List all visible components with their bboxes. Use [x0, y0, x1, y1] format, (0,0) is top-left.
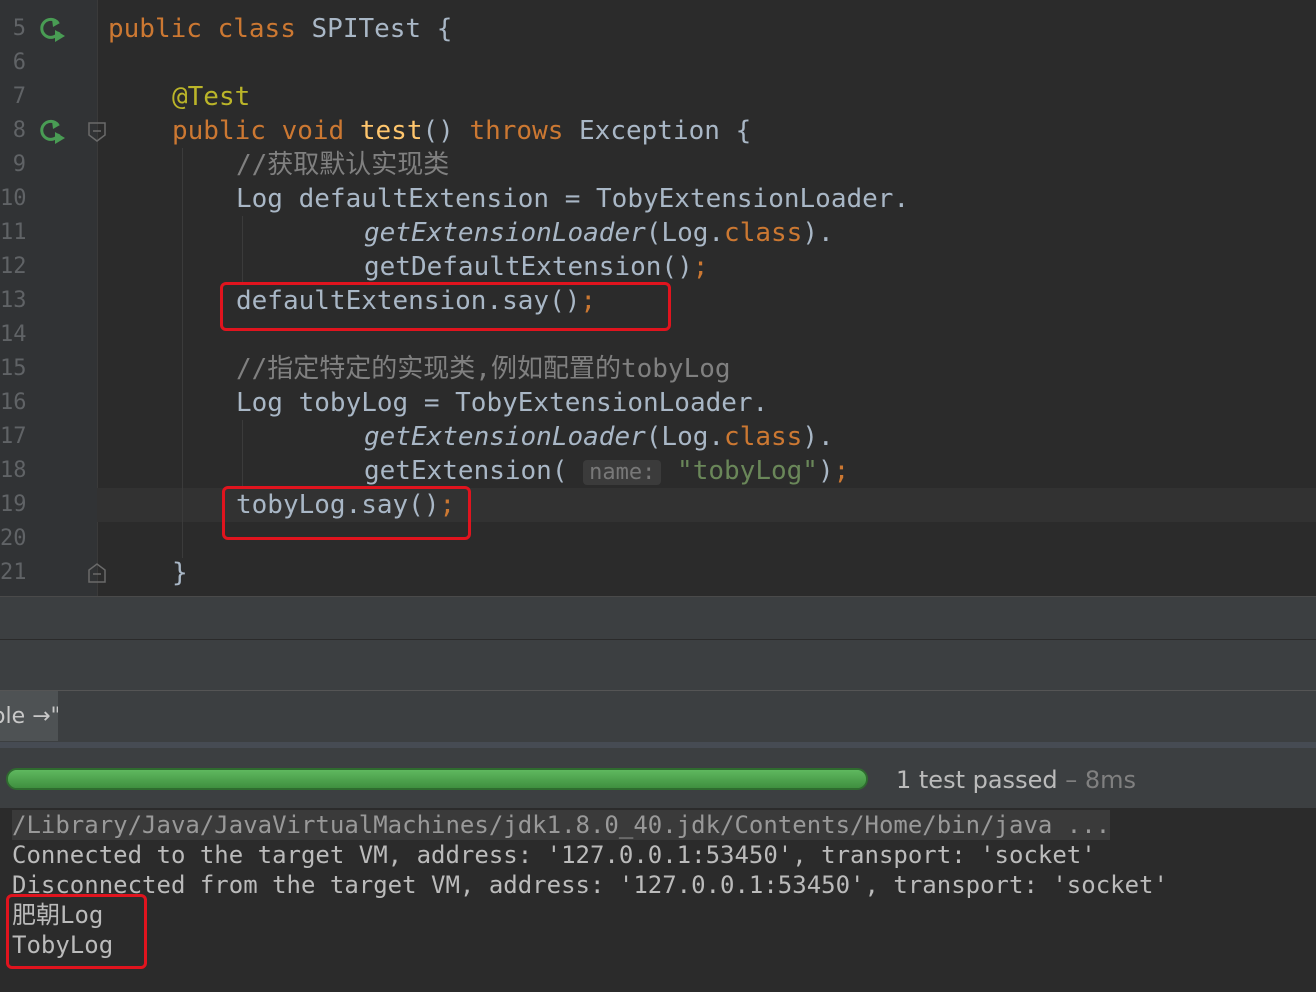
line-number: 15: [0, 356, 27, 381]
line-number: 7: [12, 84, 26, 109]
code-line-18[interactable]: getExtension( name: "tobyLog");: [364, 454, 849, 490]
line-number: 10: [0, 186, 27, 211]
run-test-icon[interactable]: [38, 15, 66, 43]
console-line: Connected to the target VM, address: '12…: [12, 841, 1096, 869]
test-progress-fill: [8, 770, 866, 788]
line-number: 11: [0, 220, 27, 245]
line-number: 16: [0, 390, 27, 415]
indent-guide: [182, 148, 183, 558]
code-editor[interactable]: 5 6 7 8 9 10 11 12 13 14 15 16 17 18 19 …: [0, 0, 1316, 596]
code-line-11[interactable]: getExtensionLoader(Log.class).: [364, 216, 834, 250]
line-number: 18: [0, 458, 27, 483]
code-line-12[interactable]: getDefaultExtension();: [364, 250, 708, 284]
fold-marker-icon[interactable]: [88, 563, 106, 583]
console-line: Disconnected from the target VM, address…: [12, 871, 1168, 899]
line-number: 17: [0, 424, 27, 449]
test-summary: 1 test passed – 8ms: [896, 766, 1136, 794]
line-number: 19: [0, 492, 27, 517]
tool-window-header: [0, 639, 1316, 690]
code-line-5[interactable]: public class SPITest {: [108, 12, 452, 46]
code-line-10[interactable]: Log defaultExtension = TobyExtensionLoad…: [236, 182, 909, 216]
line-number: 6: [12, 50, 26, 75]
indent-guide: [242, 420, 243, 488]
editor-footer-bar: [0, 596, 1316, 639]
test-progress-bar: [6, 768, 868, 790]
run-test-icon[interactable]: [38, 117, 66, 145]
line-number: 9: [12, 152, 26, 177]
code-line-17[interactable]: getExtensionLoader(Log.class).: [364, 420, 834, 454]
parameter-hint: name:: [583, 460, 662, 485]
fold-marker-icon[interactable]: [88, 122, 106, 142]
line-number: 8: [12, 118, 26, 143]
code-line-7[interactable]: @Test: [172, 80, 250, 114]
code-line-21[interactable]: }: [172, 556, 188, 590]
line-number: 21: [0, 560, 27, 585]
line-number: 20: [0, 526, 27, 551]
run-tab-bar: ole →": [0, 690, 1316, 743]
code-line-15[interactable]: //指定特定的实现类,例如配置的tobyLog: [236, 352, 731, 386]
console-line: /Library/Java/JavaVirtualMachines/jdk1.8…: [12, 810, 1111, 840]
highlight-box-toby-say: [222, 486, 471, 540]
code-line-9[interactable]: //获取默认实现类: [236, 148, 449, 182]
highlight-box-console-output: [6, 894, 147, 969]
console-output[interactable]: /Library/Java/JavaVirtualMachines/jdk1.8…: [0, 808, 1316, 992]
line-number: 5: [12, 16, 26, 41]
indent-guide: [242, 216, 243, 284]
test-duration: – 8ms: [1057, 766, 1136, 794]
code-line-16[interactable]: Log tobyLog = TobyExtensionLoader.: [236, 386, 768, 420]
line-number: 13: [0, 288, 27, 313]
line-number: 14: [0, 322, 27, 347]
highlight-box-default-say: [220, 282, 671, 331]
tab-console[interactable]: ole →": [0, 691, 58, 741]
line-number: 12: [0, 254, 27, 279]
code-line-8[interactable]: public void test() throws Exception {: [172, 114, 751, 148]
